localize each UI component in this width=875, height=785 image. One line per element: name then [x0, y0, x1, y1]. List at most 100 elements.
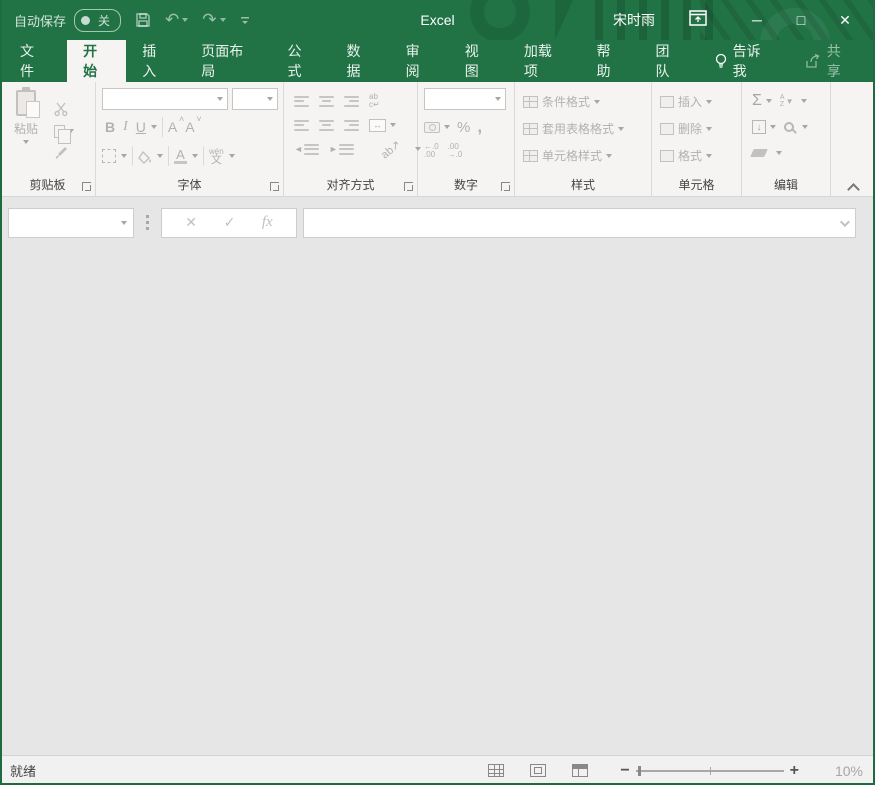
page-layout-view-button[interactable] [530, 764, 546, 777]
format-as-table-button[interactable]: 套用表格格式 [523, 115, 647, 142]
redo-dropdown-icon[interactable] [220, 18, 226, 22]
autosave-control[interactable]: 自动保存 关 [14, 9, 121, 32]
tab-addins[interactable]: 加载项 [508, 40, 581, 82]
name-box[interactable] [8, 208, 134, 238]
alignment-dialog-launcher-icon[interactable] [404, 182, 413, 191]
font-size-combo[interactable] [232, 88, 278, 110]
normal-view-button[interactable] [488, 764, 504, 777]
zoom-in-button[interactable]: + [784, 762, 805, 780]
sort-filter-dropdown-icon[interactable] [801, 99, 807, 103]
conditional-formatting-button[interactable]: 条件格式 [523, 88, 647, 115]
fill-dropdown-icon[interactable] [770, 125, 776, 129]
clipboard-dialog-launcher-icon[interactable] [82, 182, 91, 191]
fill-color-dropdown-icon[interactable] [157, 154, 163, 158]
phonetic-dropdown-icon[interactable] [229, 154, 235, 158]
paste-button[interactable]: 粘贴 [6, 90, 46, 144]
customize-quick-access-button[interactable] [240, 15, 250, 25]
fill-button[interactable]: ↓ [752, 120, 766, 134]
zoom-level[interactable]: 10% [819, 763, 863, 779]
find-select-dropdown-icon[interactable] [802, 125, 808, 129]
decrease-indent-button[interactable]: ◄ [294, 144, 319, 155]
name-box-dropdown-icon[interactable] [121, 221, 127, 225]
font-name-combo[interactable] [102, 88, 228, 110]
save-button[interactable] [135, 12, 151, 28]
zoom-slider-handle[interactable] [638, 766, 641, 776]
number-dialog-launcher-icon[interactable] [501, 182, 510, 191]
autosave-toggle[interactable]: 关 [74, 9, 121, 32]
minimize-button[interactable]: ─ [735, 0, 779, 40]
clear-dropdown-icon[interactable] [776, 151, 782, 155]
cut-button[interactable] [54, 101, 74, 117]
accounting-format-icon[interactable] [424, 122, 440, 133]
align-left-button[interactable] [294, 120, 309, 131]
format-cells-button[interactable]: 格式 [660, 142, 737, 169]
increase-decimal-button[interactable]: ←.0 .00 [424, 143, 439, 159]
bottom-align-button[interactable] [344, 96, 359, 107]
copy-button[interactable] [54, 123, 74, 139]
top-align-button[interactable] [294, 96, 309, 107]
redo-button[interactable]: ↷ [202, 10, 225, 30]
insert-function-button[interactable]: fx [262, 214, 273, 231]
italic-button[interactable]: I [120, 116, 131, 138]
tab-view[interactable]: 视图 [449, 40, 508, 82]
zoom-slider[interactable] [636, 770, 784, 772]
zoom-out-button[interactable]: − [614, 762, 635, 780]
delete-cells-button[interactable]: 删除 [660, 115, 737, 142]
formula-input[interactable] [303, 208, 856, 238]
cancel-button[interactable]: ✕ [185, 214, 197, 231]
underline-button[interactable]: U [133, 116, 149, 138]
percent-style-button[interactable]: % [457, 119, 470, 136]
bold-button[interactable]: B [102, 116, 118, 138]
tab-home[interactable]: 开始 [67, 40, 126, 82]
tab-help[interactable]: 帮助 [580, 40, 639, 82]
expand-formula-bar-icon[interactable] [840, 217, 850, 227]
accounting-dropdown-icon[interactable] [444, 125, 450, 129]
number-format-combo[interactable] [424, 88, 506, 110]
tab-data[interactable]: 数据 [331, 40, 390, 82]
tab-review[interactable]: 审阅 [390, 40, 449, 82]
user-name[interactable]: 宋时雨 [613, 10, 655, 30]
tab-file[interactable]: 文件 [0, 40, 67, 82]
increase-indent-button[interactable]: ► [329, 144, 354, 155]
find-select-button[interactable] [784, 122, 794, 132]
undo-dropdown-icon[interactable] [182, 18, 188, 22]
fill-color-button[interactable] [138, 151, 152, 162]
shrink-font-button[interactable]: A [185, 119, 200, 135]
insert-cells-button[interactable]: 插入 [660, 88, 737, 115]
font-color-dropdown-icon[interactable] [192, 154, 198, 158]
borders-dropdown-icon[interactable] [121, 154, 127, 158]
merge-dropdown-icon[interactable] [390, 123, 396, 127]
tell-me-box[interactable]: 告诉我 [699, 40, 789, 82]
decrease-decimal-button[interactable]: .00 →.0 [448, 143, 463, 159]
tab-formulas[interactable]: 公式 [271, 40, 330, 82]
page-break-preview-button[interactable] [572, 764, 588, 777]
undo-button[interactable]: ↶ [165, 10, 188, 30]
align-right-button[interactable] [344, 120, 359, 131]
share-button[interactable]: 共享 [789, 40, 875, 82]
middle-align-button[interactable] [319, 96, 334, 107]
clear-button[interactable] [750, 149, 768, 157]
font-dialog-launcher-icon[interactable] [270, 182, 279, 191]
collapse-ribbon-icon[interactable] [849, 182, 859, 192]
orientation-button[interactable]: ab↗ [378, 137, 403, 161]
close-button[interactable]: ✕ [823, 0, 867, 40]
enter-button[interactable]: ✓ [224, 214, 236, 231]
borders-button[interactable] [102, 149, 116, 163]
comma-style-button[interactable]: , [477, 117, 482, 137]
sort-filter-button[interactable]: A Z ▼ [780, 94, 794, 108]
grow-font-button[interactable]: A [168, 119, 183, 135]
merge-center-button[interactable]: ↔ [369, 119, 386, 132]
tab-page-layout[interactable]: 页面布局 [185, 40, 271, 82]
paste-dropdown-icon[interactable] [23, 140, 29, 144]
autosum-button[interactable]: Σ [752, 92, 762, 110]
underline-dropdown-icon[interactable] [151, 125, 157, 129]
cell-styles-button[interactable]: 单元格样式 [523, 142, 647, 169]
phonetic-guide-button[interactable]: wén 文 [209, 148, 224, 164]
format-painter-button[interactable] [54, 145, 74, 161]
tab-team[interactable]: 团队 [640, 40, 699, 82]
font-color-button[interactable]: A [174, 149, 187, 164]
formula-bar-grip-icon[interactable] [146, 215, 149, 230]
ribbon-display-options-button[interactable] [689, 10, 707, 31]
wrap-text-button[interactable]: ab c↵ [369, 93, 380, 109]
maximize-button[interactable]: □ [779, 0, 823, 40]
